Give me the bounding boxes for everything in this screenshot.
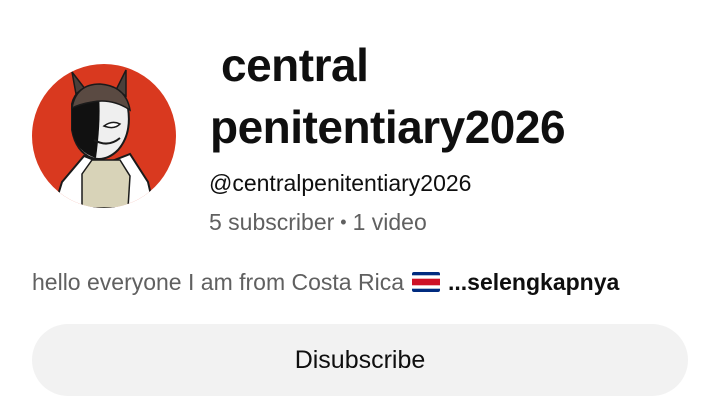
channel-handle: @centralpenitentiary2026 xyxy=(209,170,472,196)
avatar-illustration xyxy=(32,64,176,208)
channel-description[interactable]: hello everyone I am from Costa Rica ...s… xyxy=(32,268,619,296)
channel-header: central penitentiary2026 @centralpeniten… xyxy=(0,0,720,417)
channel-name-line2: penitentiary2026 xyxy=(210,101,566,153)
subscriber-count: 5 subscriber xyxy=(209,209,335,235)
channel-name: central penitentiary2026 xyxy=(210,34,690,158)
costa-rica-flag-icon xyxy=(412,272,440,292)
channel-stats: 5 subscriber • 1 video xyxy=(209,208,427,236)
channel-avatar[interactable] xyxy=(32,64,176,208)
subscribe-button[interactable]: Disubscribe xyxy=(32,324,688,396)
stats-separator: • xyxy=(340,212,347,232)
description-text: hello everyone I am from Costa Rica xyxy=(32,269,404,295)
channel-name-line1: central xyxy=(221,39,369,91)
show-more-link[interactable]: ...selengkapnya xyxy=(448,268,619,296)
video-count: 1 video xyxy=(352,209,427,235)
